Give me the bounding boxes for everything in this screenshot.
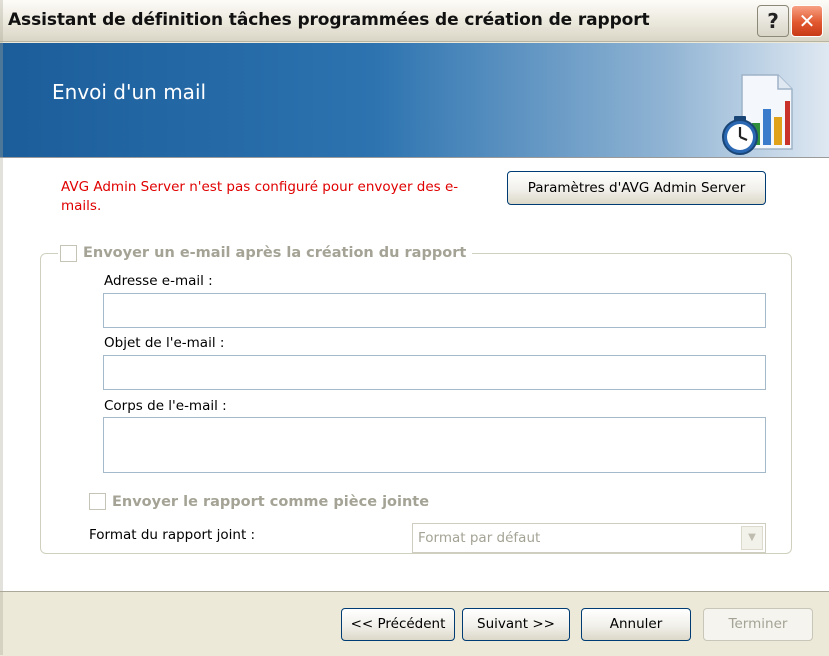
report-format-label: Format du rapport joint :: [89, 527, 256, 543]
email-address-label: Adresse e-mail :: [104, 273, 213, 289]
server-settings-button[interactable]: Paramètres d'AVG Admin Server: [507, 171, 766, 205]
next-button[interactable]: Suivant >>: [462, 608, 570, 641]
title-bar[interactable]: Assistant de définition tâches programmé…: [0, 0, 829, 42]
chevron-down-icon[interactable]: ▼: [741, 526, 763, 550]
cancel-button[interactable]: Annuler: [581, 608, 691, 641]
close-button[interactable]: ✕: [791, 5, 823, 37]
email-body-field[interactable]: [103, 417, 766, 473]
attach-report-checkbox-label: Envoyer le rapport comme pièce jointe: [112, 493, 430, 510]
email-not-configured-warning: AVG Admin Server n'est pas configuré pou…: [61, 179, 459, 214]
step-title: Envoi d'un mail: [52, 80, 207, 104]
report-format-value: Format par défaut: [418, 530, 541, 546]
wizard-content: AVG Admin Server n'est pas configuré pou…: [0, 158, 829, 590]
email-address-field[interactable]: [103, 293, 766, 328]
email-body-label: Corps de l'e-mail :: [104, 398, 227, 414]
send-email-checkbox-row[interactable]: Envoyer un e-mail après la création du r…: [58, 242, 473, 264]
send-email-checkbox-label: Envoyer un e-mail après la création du r…: [83, 245, 467, 261]
previous-button[interactable]: << Précédent: [341, 608, 455, 641]
attach-report-checkbox[interactable]: [89, 493, 106, 510]
send-email-checkbox[interactable]: [60, 244, 77, 262]
attach-report-checkbox-row[interactable]: Envoyer le rapport comme pièce jointe: [89, 493, 429, 510]
report-format-dropdown[interactable]: Format par défaut ▼: [412, 523, 766, 553]
help-button[interactable]: ?: [757, 5, 789, 37]
wizard-window: Assistant de définition tâches programmé…: [0, 0, 829, 656]
wizard-footer: << Précédent Suivant >> Annuler Terminer: [0, 590, 829, 656]
window-left-border: [0, 0, 3, 655]
finish-button[interactable]: Terminer: [703, 608, 813, 641]
email-subject-field[interactable]: [103, 355, 766, 390]
window-title: Assistant de définition tâches programmé…: [8, 10, 650, 30]
wizard-header-banner: Envoi d'un mail: [0, 43, 829, 158]
email-subject-label: Objet de l'e-mail :: [104, 335, 225, 351]
report-schedule-icon: [722, 74, 793, 155]
